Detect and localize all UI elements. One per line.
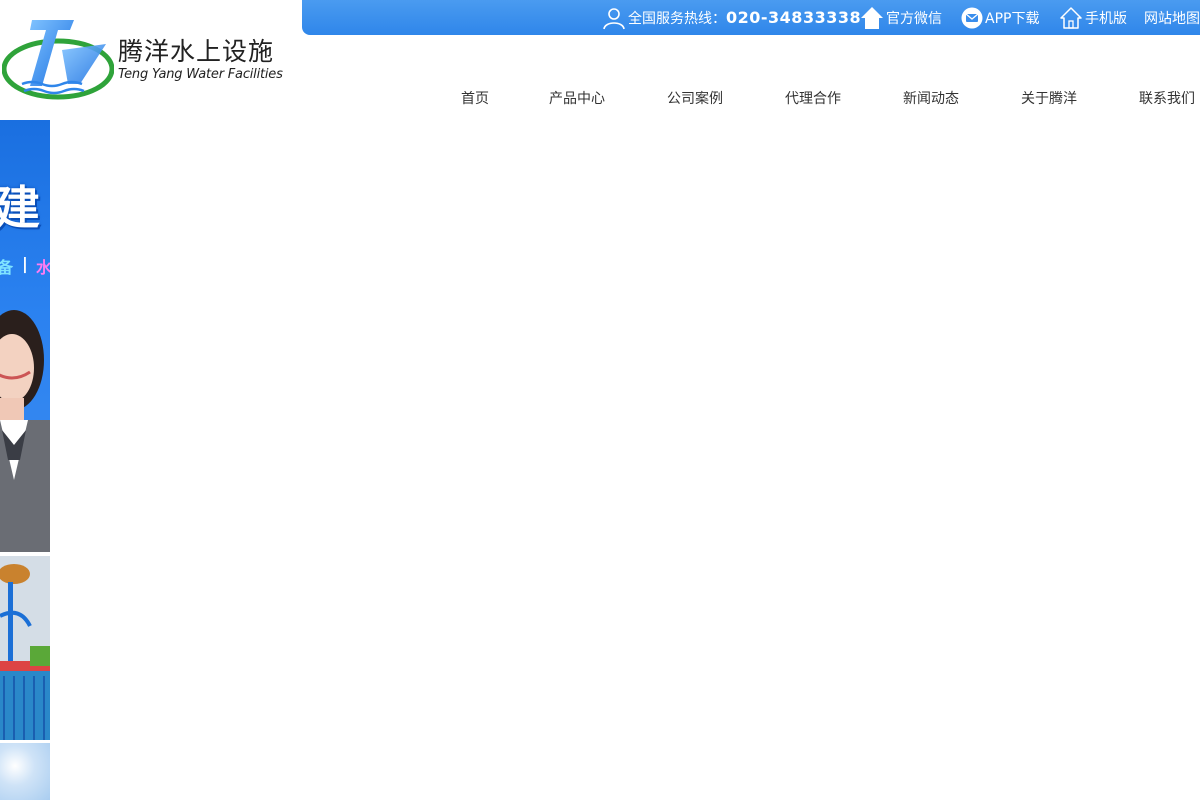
nav-item-products[interactable]: 产品中心 — [549, 88, 605, 108]
app-label: APP下载 — [985, 10, 1040, 27]
person-illustration — [0, 280, 50, 552]
mobile-label: 手机版 — [1085, 10, 1127, 27]
banner-slideshow[interactable]: 建 备 | 水 — [0, 120, 50, 800]
logo-name-cn: 腾洋水上设施 — [118, 37, 275, 66]
banner-image-water-park — [0, 556, 50, 740]
nav-item-home[interactable]: 首页 — [461, 88, 489, 108]
banner-image-top: 建 备 | 水 — [0, 120, 50, 552]
home-outline-icon — [1059, 6, 1085, 30]
app-download-link[interactable]: APP下载 — [961, 0, 1039, 35]
banner-subtext-divider: | — [22, 254, 28, 273]
main-nav: 首页 产品中心 公司案例 代理合作 新闻动态 关于腾洋 联系我们 — [0, 88, 1200, 114]
mail-icon — [961, 7, 985, 29]
home-icon — [860, 6, 886, 30]
nav-item-news[interactable]: 新闻动态 — [903, 88, 959, 108]
wechat-link[interactable]: 官方微信 — [860, 0, 942, 35]
hotline: 全国服务热线： 020-34833338 — [602, 0, 861, 35]
nav-item-about[interactable]: 关于腾洋 — [1021, 88, 1077, 108]
banner-headline: 建 — [0, 181, 40, 235]
wechat-label: 官方微信 — [886, 10, 942, 27]
banner-subtext-1: 备 — [0, 258, 14, 277]
top-bar: 全国服务热线： 020-34833338 官方微信 APP下载 手机版 网站地图 — [302, 0, 1200, 35]
hotline-label: 全国服务热线： — [628, 10, 726, 27]
nav-item-contact[interactable]: 联系我们 — [1139, 88, 1195, 108]
logo-name-en: Teng Yang Water Facilities — [118, 67, 283, 82]
user-icon — [602, 6, 628, 30]
mobile-link[interactable]: 手机版 — [1059, 0, 1127, 35]
banner-subtext-2: 水 — [36, 258, 50, 277]
banner-image-splash — [0, 743, 50, 800]
nav-item-agency[interactable]: 代理合作 — [785, 88, 841, 108]
hotline-number: 020-34833338 — [726, 8, 862, 27]
sitemap-link[interactable]: 网站地图 — [1144, 0, 1200, 35]
sitemap-label: 网站地图 — [1144, 10, 1200, 27]
nav-item-cases[interactable]: 公司案例 — [667, 88, 723, 108]
